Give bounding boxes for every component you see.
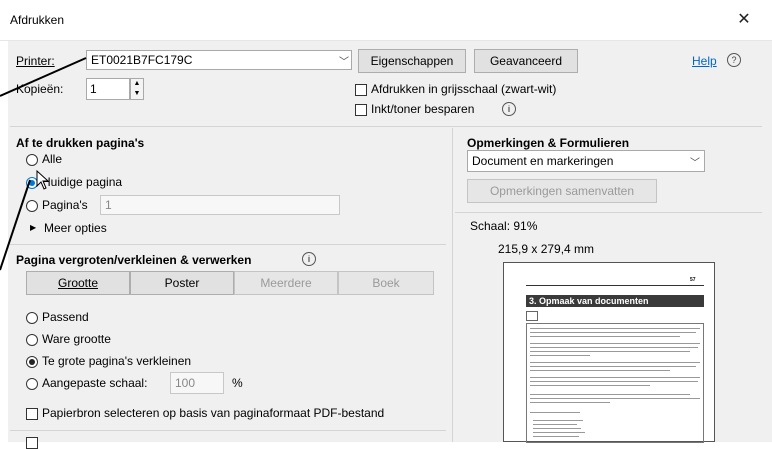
callout-lines [0, 57, 87, 271]
callout-line-printer [0, 57, 87, 97]
callout-line-current-page [0, 179, 31, 271]
